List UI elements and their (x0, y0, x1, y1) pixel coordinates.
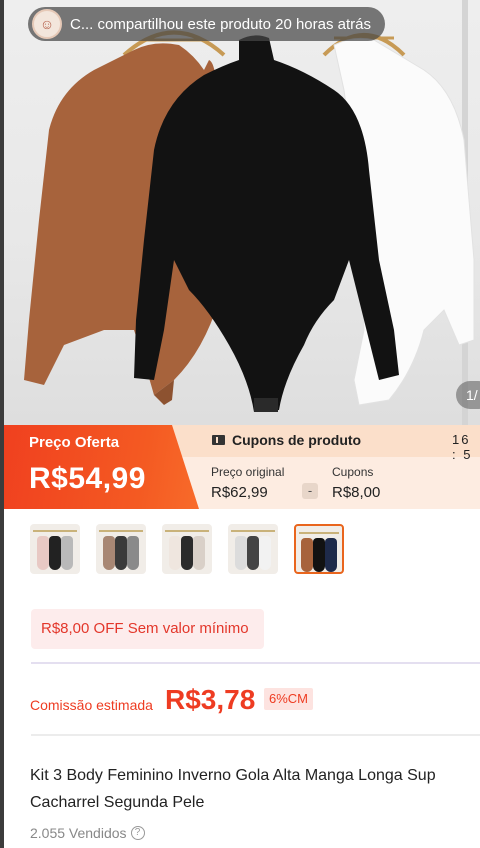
original-price-label: Preço original (211, 465, 285, 479)
promo-chip[interactable]: R$8,00 OFF Sem valor mínimo (31, 609, 264, 649)
divider (31, 662, 480, 664)
user-avatar-icon: ☺ (32, 9, 62, 39)
share-banner[interactable]: ☺ C... compartilhou este produto 20 hora… (28, 7, 385, 41)
share-text: C... compartilhou este produto 20 horas … (70, 15, 371, 33)
product-photo-bodysuits (24, 0, 475, 425)
product-title: Kit 3 Body Feminino Inverno Gola Alta Ma… (30, 762, 480, 816)
sold-count-text: 2.055 Vendidos (30, 825, 127, 841)
ticket-icon (212, 435, 225, 445)
coupon-amount-value: R$8,00 (332, 484, 381, 501)
product-title-line2: Cacharrel Segunda Pele (30, 794, 205, 811)
sold-count: 2.055 Vendidos ? (30, 825, 145, 841)
coupon-title-text: Cupons de produto (232, 432, 362, 448)
minus-icon: - (302, 483, 318, 499)
help-icon[interactable]: ? (130, 826, 145, 840)
thumbnail-1[interactable] (30, 524, 80, 574)
coupon-title[interactable]: Cupons de produto (212, 432, 361, 448)
thumbnail-5-selected[interactable] (294, 524, 344, 574)
price-value: R$54,99 (29, 462, 146, 495)
product-title-line1: Kit 3 Body Feminino Inverno Gola Alta Ma… (30, 767, 436, 784)
product-page: ☺ C... compartilhou este produto 20 hora… (4, 0, 480, 848)
commission-label: Comissão estimada (30, 697, 153, 713)
price-label: Preço Oferta (29, 434, 120, 451)
image-counter: 1/ (456, 381, 480, 409)
original-price-value: R$62,99 (211, 484, 268, 501)
black-bodysuit-snap (254, 398, 278, 412)
thumbnail-2[interactable] (96, 524, 146, 574)
commission-value: R$3,78 (165, 684, 256, 715)
product-image[interactable]: ☺ C... compartilhou este produto 20 hora… (4, 0, 480, 425)
thumbnail-4[interactable] (228, 524, 278, 574)
divider (31, 734, 480, 736)
coupon-amount-label: Cupons (332, 465, 374, 479)
thumbnail-3[interactable] (162, 524, 212, 574)
countdown-timer: 16 : 5 (452, 432, 473, 462)
commission-badge: 6%CM (264, 688, 314, 710)
